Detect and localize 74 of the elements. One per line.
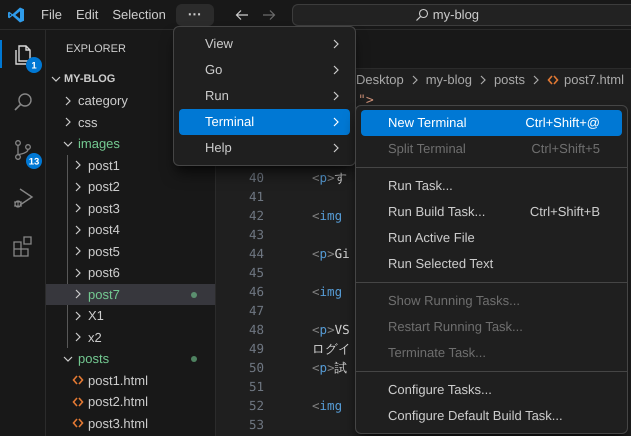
code-line: <img <box>312 283 342 301</box>
tree-item[interactable]: post1.html <box>72 370 148 391</box>
menu-bar-item[interactable]: Edit <box>68 2 106 28</box>
menu-item[interactable]: Run Selected Text <box>361 251 622 277</box>
tree-item[interactable]: post4 <box>72 219 120 240</box>
vscode-logo-icon <box>7 6 25 24</box>
code-file-icon <box>72 417 84 430</box>
menu-item: Show Running Tasks... <box>387 292 521 310</box>
line-number: 50 <box>248 359 264 377</box>
tree-item[interactable]: css <box>62 112 98 133</box>
menu-item[interactable]: Run <box>179 83 350 109</box>
code-line: <img <box>312 207 342 225</box>
code-line: <img <box>312 397 342 415</box>
line-number: 47 <box>248 302 264 320</box>
tree-item[interactable]: post6 <box>72 262 120 284</box>
tree-item[interactable]: post7 <box>72 284 120 305</box>
menu-bar-item[interactable]: File <box>34 2 69 28</box>
line-number: 51 <box>248 378 264 396</box>
menu-item: Restart Running Task... <box>387 318 524 336</box>
menu-item[interactable]: Configure Tasks... <box>361 377 622 403</box>
tree-item[interactable]: X1 <box>72 305 104 326</box>
line-number: 43 <box>248 226 264 244</box>
code-file-icon <box>72 374 84 386</box>
panel-title: EXPLORER <box>66 42 126 57</box>
tree-item[interactable]: post1 <box>72 154 120 176</box>
line-number: 53 <box>248 416 264 434</box>
line-number: 42 <box>248 207 264 225</box>
tree-item[interactable]: post5 <box>72 240 120 262</box>
menu-item[interactable]: Run Task... <box>361 173 622 199</box>
menu-bar-item[interactable]: Selection <box>105 2 173 28</box>
tree-item[interactable]: post3 <box>72 198 120 219</box>
count-badge: 13 <box>26 153 42 169</box>
breadcrumb-item[interactable]: my-blog <box>426 70 472 90</box>
menu-item[interactable]: Terminal <box>179 109 350 135</box>
tree-item[interactable]: post3.html <box>72 412 148 434</box>
tree-item[interactable]: images <box>62 133 120 154</box>
count-badge: 1 <box>26 57 42 73</box>
tree-item[interactable]: x2 <box>72 326 102 348</box>
more-menu-button[interactable]: ··· <box>176 4 214 26</box>
menu-item[interactable]: Run Active File <box>361 225 622 251</box>
breadcrumb-item[interactable]: Desktop <box>356 70 404 90</box>
menu-item: Terminate Task... <box>387 344 488 362</box>
breadcrumb-item[interactable]: post7.html <box>564 70 624 90</box>
menu-item: Split Terminal Ctrl+Shift+5 <box>387 140 601 158</box>
menu-item[interactable]: New Terminal Ctrl+Shift+@ <box>361 110 622 136</box>
code-line: <p>す <box>312 169 348 187</box>
code-line: <p>試 <box>312 359 348 377</box>
line-number: 40 <box>248 169 264 187</box>
code-line: <p>Gi <box>312 245 350 263</box>
line-number: 44 <box>248 245 264 263</box>
menu-item[interactable]: Configure Default Build Task... <box>361 403 622 429</box>
tree-item[interactable]: posts <box>62 348 110 370</box>
menu-item[interactable]: View <box>179 31 350 57</box>
tree-item[interactable]: post2.html <box>72 391 148 412</box>
menu-item[interactable]: Help <box>179 135 350 161</box>
active-indicator <box>0 40 2 68</box>
code-line: <p>VS <box>312 321 350 339</box>
tree-item[interactable]: category <box>62 90 128 112</box>
search-icon <box>414 8 429 22</box>
code-file-icon <box>547 74 560 86</box>
code-line: ログイ <box>312 340 351 358</box>
line-number: 46 <box>248 283 264 301</box>
breadcrumb-item[interactable]: posts <box>494 70 526 90</box>
menu-item[interactable]: Go <box>179 57 350 83</box>
line-number: 49 <box>248 340 264 358</box>
code-text: "> <box>358 93 374 108</box>
menu-item[interactable]: Run Build Task... Ctrl+Shift+B <box>361 199 622 225</box>
line-number: 41 <box>248 188 264 206</box>
command-center[interactable]: my-blog <box>292 4 631 26</box>
line-number: 48 <box>248 321 264 339</box>
code-file-icon <box>72 396 84 408</box>
line-number: 45 <box>248 264 264 282</box>
tree-item[interactable]: post2 <box>72 176 120 198</box>
line-number: 52 <box>248 397 264 415</box>
